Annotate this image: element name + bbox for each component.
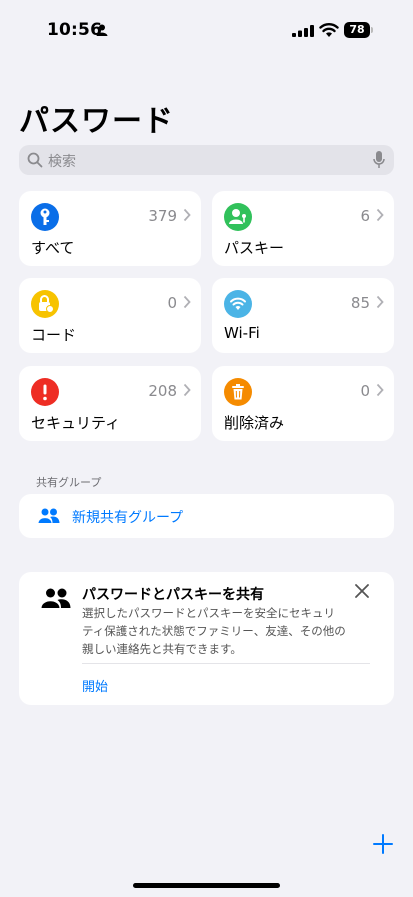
lock-clock-icon xyxy=(31,290,59,318)
tile-label: 削除済み xyxy=(224,414,285,432)
tile-label: パスキー xyxy=(224,239,285,257)
chevron-right-icon xyxy=(376,383,384,397)
battery-level: 78 xyxy=(344,22,370,38)
battery-icon: 78 xyxy=(344,22,374,38)
page-title: パスワード xyxy=(19,104,174,139)
tile-label: コード xyxy=(31,326,77,344)
search-placeholder: 検索 xyxy=(48,154,76,170)
tile-wifi[interactable]: 85 Wi-Fi xyxy=(212,278,394,353)
share-card-description-line: 選択したパスワードとパスキーを安全にセキュリ xyxy=(82,606,335,620)
tile-deleted[interactable]: 0 削除済み xyxy=(212,366,394,441)
search-icon xyxy=(27,152,43,168)
shared-groups-header: 共有グループ xyxy=(36,476,102,489)
passkey-person-icon xyxy=(224,203,252,231)
divider xyxy=(82,663,370,664)
tile-count: 0 xyxy=(167,294,177,312)
wifi-icon xyxy=(224,290,252,318)
microphone-icon[interactable] xyxy=(373,151,385,169)
trash-icon xyxy=(224,378,252,406)
share-card-title: パスワードとパスキーを共有 xyxy=(82,587,264,603)
tile-codes[interactable]: 0 コード xyxy=(19,278,201,353)
search-field[interactable]: 検索 xyxy=(19,145,394,175)
people-icon xyxy=(41,588,71,608)
new-shared-group-button[interactable]: 新規共有グループ xyxy=(19,494,394,538)
start-sharing-button[interactable]: 開始 xyxy=(82,676,108,695)
tile-count: 85 xyxy=(350,294,370,312)
tile-label: セキュリティ xyxy=(31,414,121,432)
chevron-right-icon xyxy=(376,295,384,309)
status-time: 10:56 xyxy=(47,20,103,40)
tile-label: すべて xyxy=(31,239,75,257)
chevron-right-icon xyxy=(183,383,191,397)
tile-label: Wi-Fi xyxy=(224,324,260,342)
tile-all[interactable]: 379 すべて xyxy=(19,191,201,266)
add-icon[interactable] xyxy=(371,832,395,856)
exclamation-icon xyxy=(31,378,59,406)
home-indicator xyxy=(133,883,280,888)
close-icon[interactable] xyxy=(355,584,369,598)
cellular-signal-icon xyxy=(292,25,314,37)
tile-count: 0 xyxy=(360,382,370,400)
share-passwords-card: パスワードとパスキーを共有 選択したパスワードとパスキーを安全にセキュリ ティ保… xyxy=(19,572,394,705)
people-icon xyxy=(38,508,60,523)
share-card-description-line: ティ保護された状態でファミリー、友達、その他の xyxy=(82,624,346,638)
share-card-description-line: 親しい連絡先と共有できます。 xyxy=(82,642,242,656)
chevron-right-icon xyxy=(183,208,191,222)
new-shared-group-label: 新規共有グループ xyxy=(72,510,184,526)
tile-passkeys[interactable]: 6 パスキー xyxy=(212,191,394,266)
tile-security[interactable]: 208 セキュリティ xyxy=(19,366,201,441)
tile-count: 6 xyxy=(360,207,370,225)
key-icon xyxy=(31,203,59,231)
share-card-description: 選択したパスワードとパスキーを安全にセキュリ ティ保護された状態でファミリー、友… xyxy=(82,604,372,658)
tile-count: 208 xyxy=(148,382,177,400)
wifi-status-icon xyxy=(319,23,339,37)
chevron-right-icon xyxy=(376,208,384,222)
chevron-right-icon xyxy=(183,295,191,309)
person-status-icon xyxy=(96,24,108,36)
tile-count: 379 xyxy=(148,207,177,225)
